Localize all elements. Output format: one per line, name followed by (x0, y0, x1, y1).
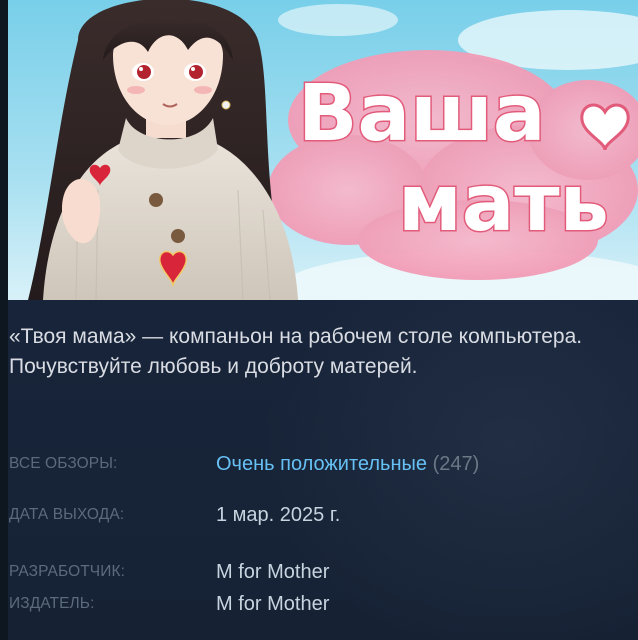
developer-link[interactable]: M for Mother (216, 560, 329, 584)
reviews-count: (247) (432, 453, 480, 475)
reviews-value: Очень положительные (247) (216, 452, 479, 476)
capsule-title-line-2: мать (398, 159, 609, 249)
capsule-title-line-1: Ваша (298, 69, 546, 159)
developer-row: РАЗРАБОТЧИК: M for Mother (9, 560, 629, 584)
capsule-artwork: Ваша мать (8, 0, 638, 300)
publisher-row: ИЗДАТЕЛЬ: M for Mother (9, 592, 629, 616)
game-glance-panel: Ваша мать «Твоя мама» — компаньон на раб… (0, 0, 638, 640)
release-date-row: ДАТА ВЫХОДА: 1 мар. 2025 г. (9, 503, 629, 527)
left-edge-strip (0, 0, 8, 640)
reviews-summary-link[interactable]: Очень положительные (216, 453, 427, 475)
game-header-capsule-image[interactable]: Ваша мать (8, 0, 638, 300)
reviews-label: ВСЕ ОБЗОРЫ: (9, 455, 118, 472)
publisher-link[interactable]: M for Mother (216, 592, 329, 616)
publisher-label: ИЗДАТЕЛЬ: (9, 595, 95, 612)
reviews-row: ВСЕ ОБЗОРЫ: Очень положительные (247) (9, 452, 629, 476)
release-date-label: ДАТА ВЫХОДА: (9, 506, 125, 523)
developer-label: РАЗРАБОТЧИК: (9, 563, 125, 580)
release-date-value: 1 мар. 2025 г. (216, 504, 341, 526)
game-description: «Твоя мама» — компаньон на рабочем столе… (9, 325, 583, 378)
